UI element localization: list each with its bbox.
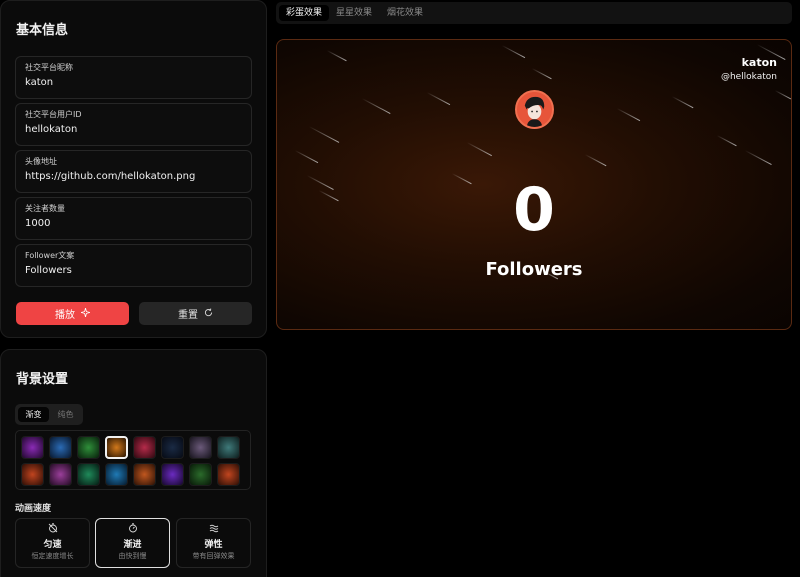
meteor-streak <box>308 126 340 143</box>
effects-tab-bar: 彩蛋效果 星星效果 烟花效果 <box>276 2 792 24</box>
preview-canvas: katon @hellokaton 0 Followers <box>276 39 792 330</box>
tab-firework-effect[interactable]: 烟花效果 <box>380 5 430 21</box>
timer-off-icon <box>16 523 89 536</box>
reset-button-label: 重置 <box>178 310 198 321</box>
meteor-streak <box>744 150 772 166</box>
meteor-streak <box>326 50 347 62</box>
speed-option-easing[interactable]: 渐进 由快到慢 <box>95 518 170 568</box>
color-swatch[interactable] <box>217 463 240 486</box>
speed-option-title: 弹性 <box>204 540 223 550</box>
rotate-ccw-icon <box>204 307 213 320</box>
meteor-streak <box>774 90 791 100</box>
speed-option-title: 匀速 <box>43 540 62 550</box>
follower-caption: Followers <box>485 259 583 280</box>
avatar-url-field[interactable]: 头像地址 https://github.com/hellokaton.png <box>15 150 252 193</box>
meteor-streak <box>616 108 641 122</box>
meteor-streak <box>426 92 451 106</box>
meteor-streak <box>671 96 694 109</box>
color-swatch[interactable] <box>21 436 44 459</box>
color-swatch[interactable] <box>133 463 156 486</box>
mode-gradient[interactable]: 渐变 <box>18 407 49 422</box>
follower-count-value[interactable]: 1000 <box>25 218 50 229</box>
color-swatch[interactable] <box>217 436 240 459</box>
preview-handle: @hellokaton <box>720 72 777 82</box>
color-swatch[interactable] <box>189 463 212 486</box>
meteor-streak <box>584 154 607 167</box>
color-swatch[interactable] <box>77 463 100 486</box>
speed-option-subtitle: 带有回弹效果 <box>192 552 235 560</box>
timer-icon <box>96 523 169 536</box>
color-swatch[interactable] <box>189 436 212 459</box>
follower-count-label: 关注者数量 <box>25 204 65 213</box>
avatar-url-value[interactable]: https://github.com/hellokaton.png <box>25 171 195 182</box>
color-swatch[interactable] <box>105 463 128 486</box>
follower-text-field[interactable]: Follower文案 Followers <box>15 244 252 287</box>
color-swatch-selected[interactable] <box>105 436 128 459</box>
speed-option-elastic[interactable]: 弹性 带有回弹效果 <box>176 518 251 568</box>
sparkles-icon <box>80 307 91 320</box>
meteor-streak <box>531 68 552 80</box>
meteor-streak <box>716 135 737 147</box>
color-swatch[interactable] <box>161 436 184 459</box>
meteor-streak <box>501 45 526 59</box>
nickname-label: 社交平台昵称 <box>25 63 73 72</box>
meteor-streak <box>466 142 492 157</box>
color-swatch-grid <box>15 430 251 490</box>
follower-counter: 0 <box>513 175 555 245</box>
follower-count-field[interactable]: 关注者数量 1000 <box>15 197 252 240</box>
follower-text-label: Follower文案 <box>25 251 75 260</box>
speed-option-title: 渐进 <box>123 540 142 550</box>
play-button[interactable]: 播放 <box>16 302 129 325</box>
nickname-field[interactable]: 社交平台昵称 katon <box>15 56 252 99</box>
speed-option-subtitle: 由快到慢 <box>118 552 147 560</box>
basic-info-title: 基本信息 <box>16 23 69 38</box>
color-swatch[interactable] <box>77 436 100 459</box>
mode-solid[interactable]: 纯色 <box>50 407 81 422</box>
follower-text-value[interactable]: Followers <box>25 265 72 276</box>
color-swatch[interactable] <box>21 463 44 486</box>
avatar-url-label: 头像地址 <box>25 157 57 166</box>
background-settings-title: 背景设置 <box>16 372 69 387</box>
color-swatch[interactable] <box>49 463 72 486</box>
speed-option-subtitle: 恒定速度增长 <box>31 552 74 560</box>
animation-speed-label: 动画速度 <box>15 504 52 514</box>
color-swatch[interactable] <box>49 436 72 459</box>
play-button-label: 播放 <box>55 310 75 321</box>
meteor-streak <box>294 150 319 164</box>
user-id-field[interactable]: 社交平台用户ID hellokaton <box>15 103 252 146</box>
user-id-value[interactable]: hellokaton <box>25 124 77 135</box>
reset-button[interactable]: 重置 <box>139 302 252 325</box>
tab-egg-effect[interactable]: 彩蛋效果 <box>279 5 330 21</box>
waves-icon <box>177 523 250 536</box>
color-swatch[interactable] <box>133 436 156 459</box>
meteor-streak <box>361 98 391 114</box>
tab-star-effect[interactable]: 星星效果 <box>329 5 379 21</box>
nickname-value[interactable]: katon <box>25 77 53 88</box>
background-mode-toggle: 渐变 纯色 <box>15 404 83 425</box>
speed-option-linear[interactable]: 匀速 恒定速度增长 <box>15 518 90 568</box>
preview-name: katon <box>741 56 777 69</box>
avatar <box>515 90 554 129</box>
basic-info-card: 基本信息 社交平台昵称 katon 社交平台用户ID hellokaton 头像… <box>0 0 267 338</box>
color-swatch[interactable] <box>161 463 184 486</box>
user-id-label: 社交平台用户ID <box>25 110 82 119</box>
